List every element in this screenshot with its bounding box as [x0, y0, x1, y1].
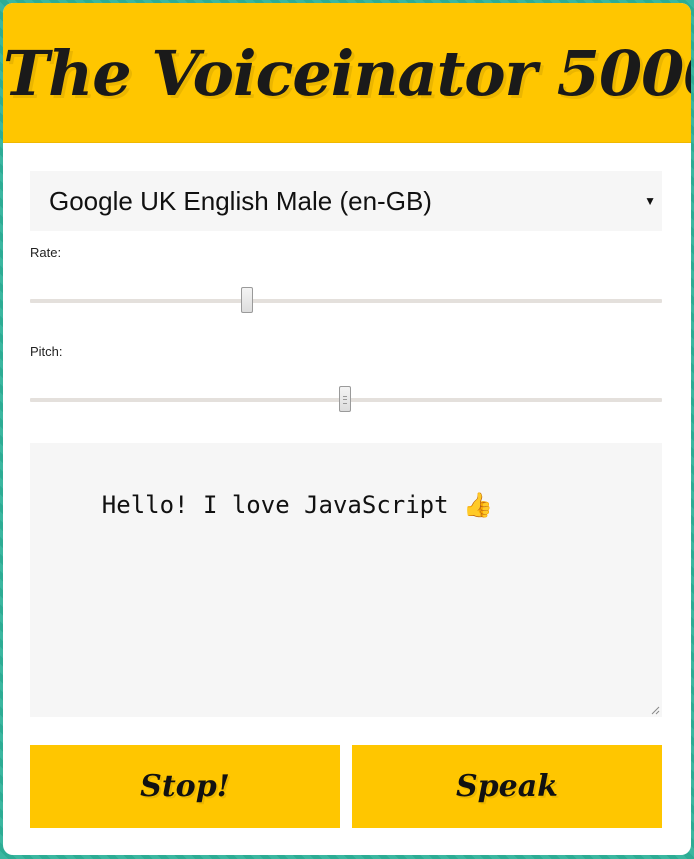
- resize-grip-icon[interactable]: [651, 706, 660, 715]
- voice-select-value: Google UK English Male (en-GB): [49, 186, 432, 216]
- stop-button[interactable]: Stop!: [30, 745, 340, 828]
- message-textarea[interactable]: Hello! I love JavaScript 👍: [30, 443, 662, 717]
- rate-slider[interactable]: [30, 286, 662, 316]
- pitch-slider-thumb[interactable]: [339, 386, 351, 412]
- app-title: The Voiceinator 5000: [3, 37, 691, 110]
- rate-slider-track: [30, 299, 662, 303]
- rate-slider-thumb[interactable]: [241, 287, 254, 313]
- voice-select[interactable]: Google UK English Male (en-GB) ▼: [30, 171, 662, 231]
- voiceinator-panel: The Voiceinator 5000 Google UK English M…: [3, 3, 691, 855]
- header: The Voiceinator 5000: [3, 3, 691, 143]
- triangle-down-icon: ▼: [644, 194, 656, 208]
- pitch-slider[interactable]: [30, 385, 662, 415]
- pitch-label: Pitch:: [30, 344, 63, 359]
- rate-label: Rate:: [30, 245, 62, 260]
- message-text: Hello! I love JavaScript 👍: [101, 491, 493, 519]
- speak-button[interactable]: Speak: [352, 745, 662, 828]
